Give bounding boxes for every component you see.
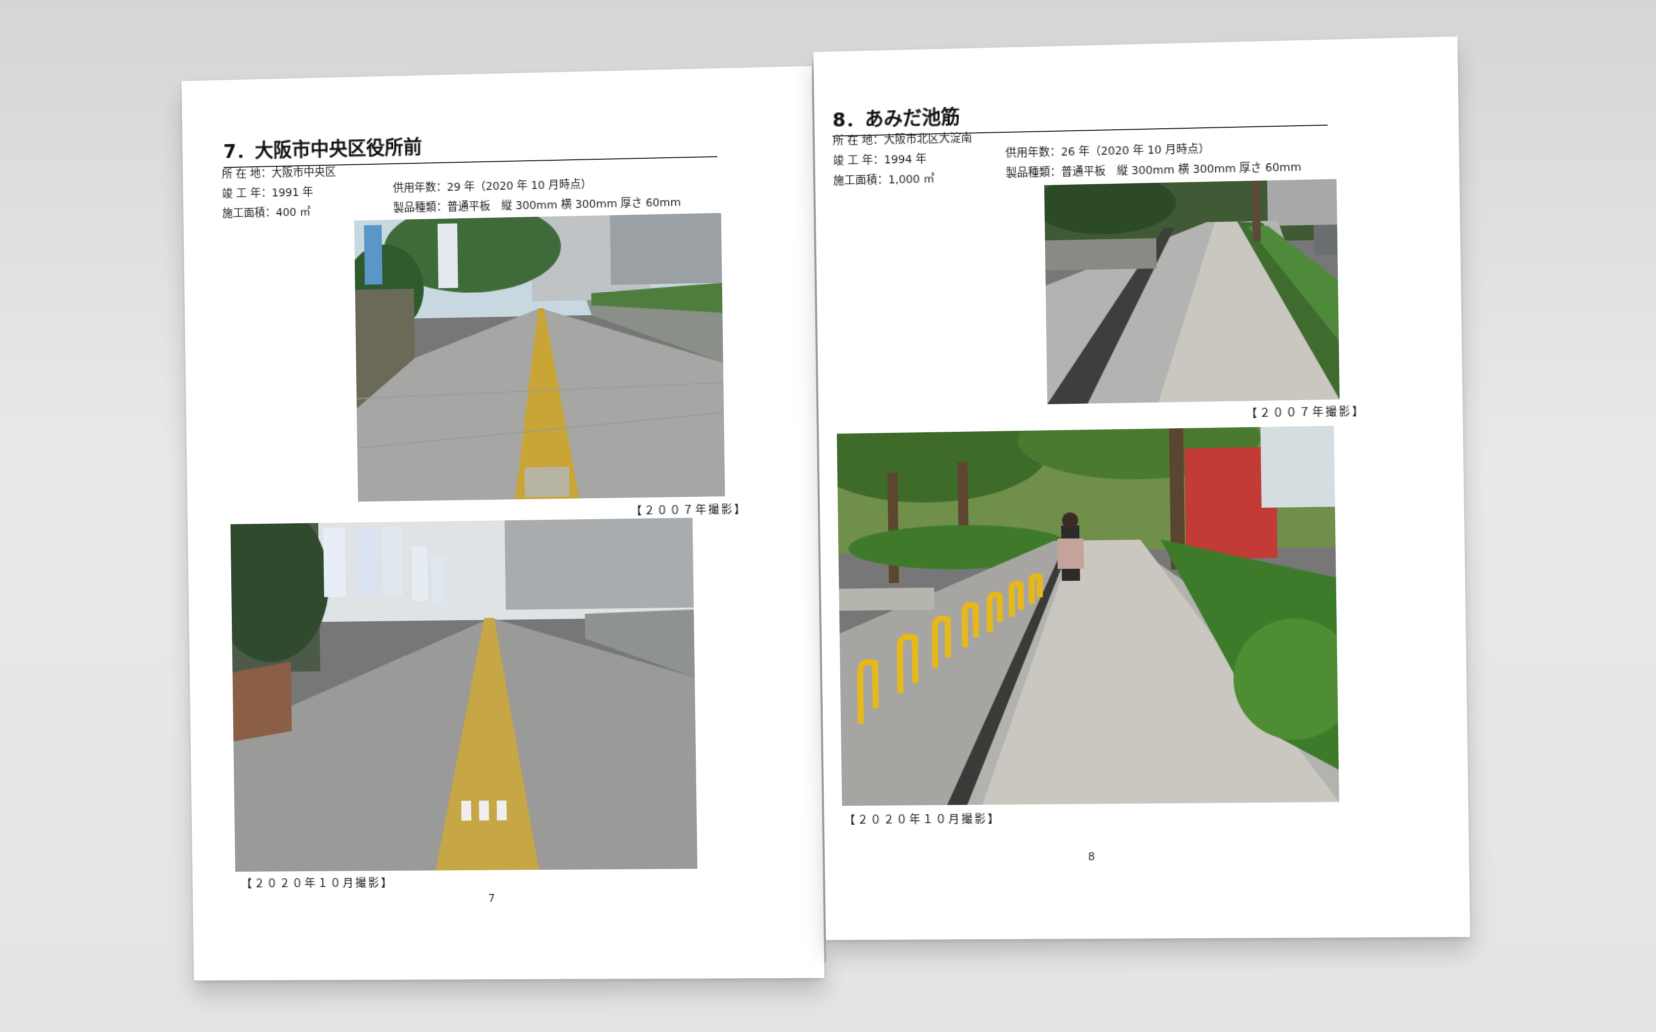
right-caption-2007: 【２００７年撮影】	[1245, 405, 1366, 421]
right-page: 8．あみだ池筋 所 在 地：大阪市北区大淀南 竣 工 年：1994 年 施工面積…	[813, 36, 1471, 940]
left-page-title: 7．大阪市中央区役所前	[223, 126, 718, 168]
left-meta-basic: 所 在 地：大阪市中央区 竣 工 年：1991 年 施工面積：400 ㎡	[222, 163, 337, 225]
left-location: 所 在 地：大阪市中央区	[221, 165, 336, 181]
left-completed: 竣 工 年：1991 年	[221, 185, 314, 201]
left-page-number: 7	[488, 891, 496, 905]
left-caption-2020: 【２０２０年１０月撮影】	[241, 876, 394, 891]
left-page: 7．大阪市中央区役所前 所 在 地：大阪市中央区 竣 工 年：1991 年 施工…	[181, 66, 825, 981]
right-meta-product: 供用年数：26 年（2020 年 10 月時点） 製品種類：普通平板 縦 300…	[1005, 137, 1301, 184]
left-photo-2020	[230, 517, 698, 872]
right-location: 所 在 地：大阪市北区大淀南	[832, 131, 973, 148]
document-spread: 7．大阪市中央区役所前 所 在 地：大阪市中央区 竣 工 年：1991 年 施工…	[181, 36, 1471, 984]
right-caption-2020: 【２０２０年１０月撮影】	[844, 812, 1001, 827]
left-photo-2007	[354, 212, 726, 502]
right-photo-2020	[836, 425, 1340, 806]
right-page-number: 8	[1087, 850, 1096, 864]
left-meta-product: 供用年数：29 年（2020 年 10 月時点） 製品種類：普通平板 縦 300…	[393, 173, 681, 219]
right-photo-2007	[1044, 178, 1340, 405]
right-area: 施工面積：1,000 ㎡	[833, 172, 935, 188]
left-caption-2007: 【２００７年撮影】	[630, 503, 748, 518]
right-meta-basic: 所 在 地：大阪市北区大淀南 竣 工 年：1994 年 施工面積：1,000 ㎡	[833, 128, 973, 191]
left-area: 施工面積：400 ㎡	[222, 205, 311, 221]
